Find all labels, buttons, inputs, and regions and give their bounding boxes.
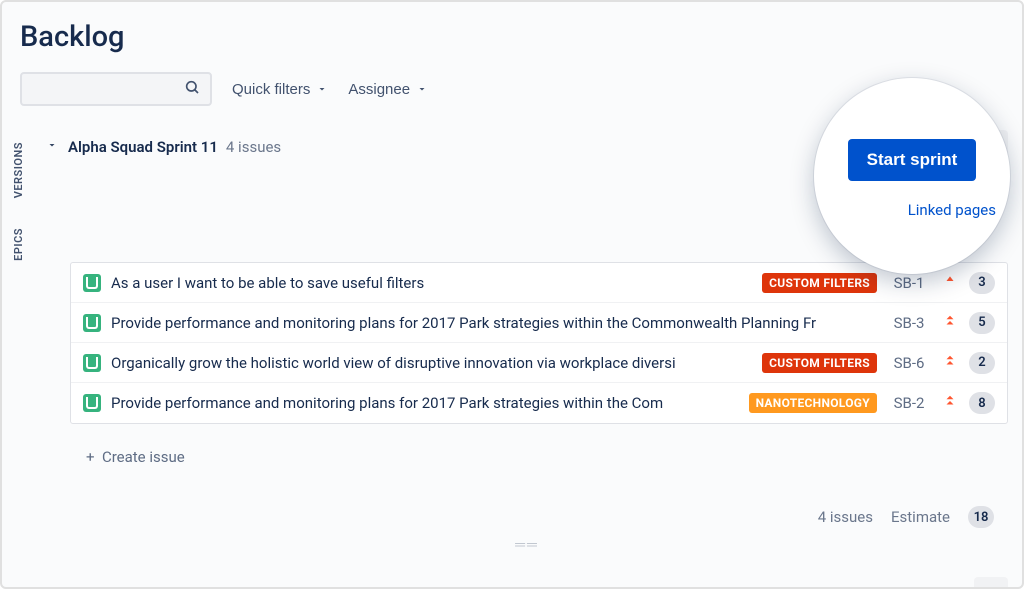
issue-row[interactable]: Provide performance and monitoring plans… [71, 303, 1007, 343]
issue-row[interactable]: Provide performance and monitoring plans… [71, 383, 1007, 423]
estimate-badge: 2 [969, 352, 995, 374]
side-tabs: VERSIONS EPICS [12, 142, 25, 261]
epic-badge[interactable]: NANOTECHNOLOGY [749, 393, 877, 413]
sprint-header[interactable]: Alpha Squad Sprint 10 1 issue [46, 571, 1008, 589]
assignee-dropdown[interactable]: Assignee [348, 81, 428, 98]
epic-badge[interactable]: CUSTOM FILTERS [762, 273, 877, 293]
estimate-badge: 8 [969, 392, 995, 414]
assignee-label: Assignee [348, 81, 410, 98]
priority-highest-icon [941, 354, 959, 372]
chevron-down-icon [46, 139, 60, 155]
story-icon [83, 314, 101, 332]
issue-key[interactable]: SB-6 [887, 354, 931, 372]
epics-tab[interactable]: EPICS [12, 228, 25, 261]
create-issue-label: Create issue [102, 448, 185, 466]
chevron-down-icon [416, 83, 428, 95]
epic-badge[interactable]: CUSTOM FILTERS [762, 353, 877, 373]
story-icon [83, 274, 101, 292]
create-issue-button[interactable]: + Create issue [70, 438, 1008, 476]
more-icon [981, 584, 1001, 589]
sprint-name: Alpha Squad Sprint 10 [68, 585, 218, 589]
issue-key[interactable]: SB-3 [887, 314, 931, 332]
issue-title: Provide performance and monitoring plans… [111, 394, 739, 412]
priority-highest-icon [941, 394, 959, 412]
chevron-down-icon [316, 83, 328, 95]
sprint-issue-count: 4 issues [226, 138, 281, 156]
quick-filters-label: Quick filters [232, 81, 310, 98]
zoom-highlight: Start sprint Linked pages [814, 78, 1010, 274]
story-icon [83, 394, 101, 412]
sprint-name: Alpha Squad Sprint 11 [68, 138, 218, 156]
search-icon [184, 79, 200, 99]
priority-highest-icon [941, 314, 959, 332]
sprint-more-button[interactable] [974, 577, 1008, 589]
versions-tab[interactable]: VERSIONS [12, 142, 25, 198]
story-icon [83, 354, 101, 372]
footer-issue-count: 4 issues [818, 508, 873, 526]
page-title: Backlog [2, 2, 1022, 62]
issue-key[interactable]: SB-2 [887, 394, 931, 412]
issue-row[interactable]: Organically grow the holistic world view… [71, 343, 1007, 383]
sprint-issue-count: 1 issue [226, 585, 274, 589]
quick-filters-dropdown[interactable]: Quick filters [232, 81, 328, 98]
drag-handle-icon[interactable]: ══ [46, 534, 1008, 555]
search-input[interactable] [20, 72, 212, 106]
estimate-badge: 5 [969, 312, 995, 334]
priority-medium-icon [941, 274, 959, 292]
issues-list: As a user I want to be able to save usef… [70, 262, 1008, 424]
sprint-footer: 4 issues Estimate 18 [46, 476, 1008, 534]
footer-estimate-total: 18 [968, 506, 994, 528]
issue-title: Provide performance and monitoring plans… [111, 314, 877, 332]
issue-title: As a user I want to be able to save usef… [111, 274, 752, 292]
issue-title: Organically grow the holistic world view… [111, 354, 752, 372]
issue-row[interactable]: As a user I want to be able to save usef… [71, 263, 1007, 303]
start-sprint-button[interactable]: Start sprint [848, 139, 977, 181]
issue-key[interactable]: SB-1 [887, 274, 931, 292]
estimate-badge: 3 [969, 272, 995, 294]
linked-pages-link[interactable]: Linked pages [908, 201, 996, 219]
footer-estimate-label: Estimate [891, 508, 950, 526]
